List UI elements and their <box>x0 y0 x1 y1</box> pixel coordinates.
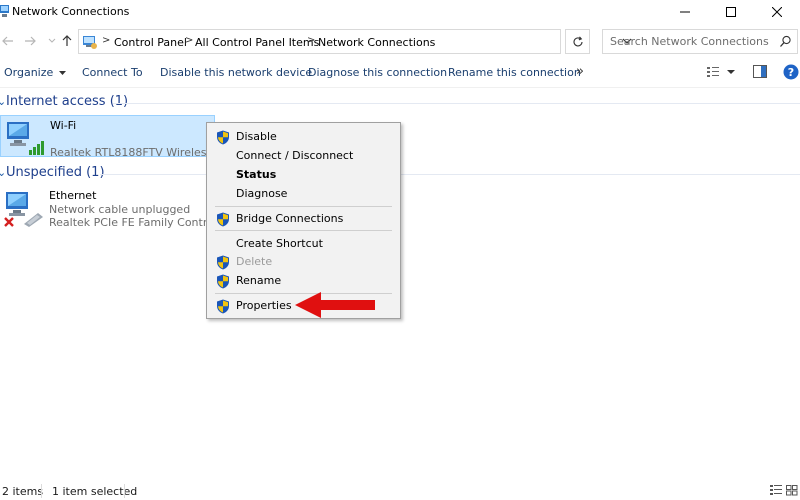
maximize-icon <box>726 7 736 17</box>
refresh-button[interactable] <box>565 29 590 54</box>
group-divider <box>100 174 800 175</box>
chevron-down-icon <box>48 38 56 43</box>
large-icons-view-icon[interactable] <box>786 485 798 496</box>
up-button[interactable] <box>59 33 75 49</box>
back-arrow-icon <box>2 36 13 46</box>
menu-item-label: Properties <box>236 299 292 312</box>
status-divider <box>41 484 42 498</box>
menu-item-label: Rename <box>236 274 282 287</box>
control-panel-icon <box>83 36 97 49</box>
rename-connection-button[interactable]: Rename this connection <box>448 66 581 79</box>
forward-arrow-icon <box>25 36 36 46</box>
address-bar[interactable]: > Control Panel > All Control Panel Item… <box>78 29 632 54</box>
connection-name: Ethernet <box>49 189 97 202</box>
address-row: > Control Panel > All Control Panel Item… <box>0 26 800 56</box>
menu-item-disable[interactable]: Disable <box>207 128 400 146</box>
more-commands-button[interactable]: » <box>576 64 584 79</box>
connection-name: Wi-Fi <box>50 119 77 132</box>
menu-item-status[interactable]: Status <box>207 166 400 184</box>
menu-item-label: Disable <box>236 130 277 143</box>
group-title: Unspecified (1) <box>6 165 105 180</box>
menu-separator <box>215 206 392 207</box>
shield-icon <box>217 255 229 270</box>
wifi-connection-item[interactable]: Wi-Fi Realtek RTL8188FTV Wireless LAN ..… <box>0 115 252 159</box>
maximize-button[interactable] <box>708 0 754 24</box>
minimize-icon <box>680 11 690 13</box>
group-divider <box>113 103 800 104</box>
command-bar: Organize Connect To Disable this network… <box>0 58 800 88</box>
breadcrumb-separator: > <box>307 35 316 46</box>
diagnose-connection-button[interactable]: Diagnose this connection <box>308 66 447 79</box>
recent-locations-button[interactable] <box>44 33 60 49</box>
network-connections-icon <box>0 5 9 17</box>
menu-item-label: Status <box>236 168 277 181</box>
status-divider <box>124 484 125 498</box>
title-bar: Network Connections <box>0 0 800 24</box>
search-icon[interactable] <box>779 35 792 48</box>
menu-item-label: Delete <box>236 255 273 268</box>
menu-item-diagnose[interactable]: Diagnose <box>207 185 400 203</box>
breadcrumb-network-connections[interactable]: Network Connections <box>318 36 435 49</box>
ethernet-connection-item[interactable]: Ethernet Network cable unplugged Realtek… <box>0 186 231 229</box>
adapter-name: Realtek PCIe FE Family Controller <box>49 216 232 229</box>
forward-button[interactable] <box>22 33 38 49</box>
menu-item-rename[interactable]: Rename <box>207 272 400 290</box>
disable-device-button[interactable]: Disable this network device <box>160 66 312 79</box>
shield-icon <box>217 299 229 314</box>
breadcrumb-control-panel[interactable]: Control Panel <box>114 36 187 49</box>
item-count: 2 items <box>2 485 44 498</box>
organize-label: Organize <box>4 66 54 79</box>
menu-item-label: Create Shortcut <box>236 237 323 250</box>
menu-item-create-shortcut[interactable]: Create Shortcut <box>207 235 400 253</box>
svg-text:?: ? <box>788 66 794 79</box>
shield-icon <box>217 130 229 145</box>
breadcrumb-all-items[interactable]: All Control Panel Items <box>195 36 319 49</box>
menu-item-delete: Delete <box>207 253 400 271</box>
annotation-arrow-icon <box>295 292 375 318</box>
details-view-icon[interactable] <box>770 485 782 496</box>
breadcrumb-separator: > <box>102 35 111 46</box>
breadcrumb-separator: > <box>185 35 194 46</box>
preview-pane-icon[interactable] <box>753 65 767 78</box>
close-icon <box>772 7 782 17</box>
status-bar: 2 items 1 item selected <box>0 482 800 500</box>
minimize-button[interactable] <box>662 0 708 24</box>
refresh-icon <box>573 35 583 46</box>
help-icon[interactable]: ? <box>783 64 799 80</box>
shield-icon <box>217 274 229 289</box>
back-button[interactable] <box>0 33 16 49</box>
group-internet-access[interactable]: ⌄ Internet access (1) <box>0 94 800 112</box>
organize-button[interactable]: Organize <box>4 66 66 79</box>
view-options-chevron-icon[interactable] <box>727 70 735 75</box>
window-title: Network Connections <box>12 5 130 18</box>
menu-item-connect-disconnect[interactable]: Connect / Disconnect <box>207 147 400 165</box>
wifi-adapter-icon <box>7 122 44 155</box>
ethernet-adapter-icon <box>4 192 43 227</box>
menu-item-bridge-connections[interactable]: Bridge Connections <box>207 210 400 228</box>
connection-status: Network cable unplugged <box>49 203 191 216</box>
menu-item-label: Connect / Disconnect <box>236 149 354 162</box>
group-title: Internet access (1) <box>6 94 129 109</box>
up-arrow-icon <box>62 35 72 46</box>
close-button[interactable] <box>754 0 800 24</box>
search-box[interactable] <box>602 29 798 54</box>
menu-item-label: Bridge Connections <box>236 212 344 225</box>
chevron-down-icon <box>58 70 66 75</box>
menu-item-label: Diagnose <box>236 187 288 200</box>
change-view-icon[interactable] <box>706 65 720 79</box>
menu-separator <box>215 230 392 231</box>
search-input[interactable] <box>603 30 773 53</box>
shield-icon <box>217 212 229 227</box>
connect-to-button[interactable]: Connect To <box>82 66 143 79</box>
